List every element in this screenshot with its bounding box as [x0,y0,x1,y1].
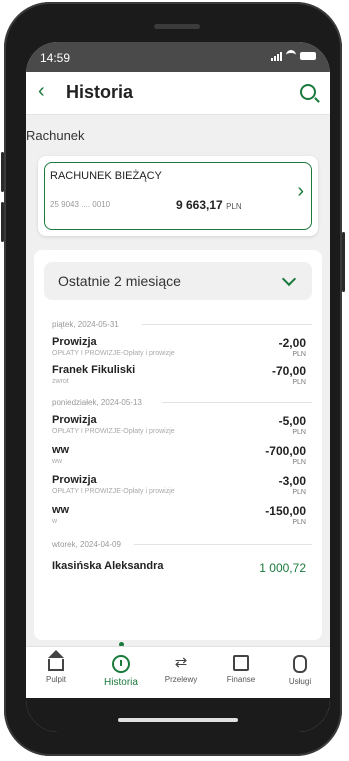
services-icon [293,655,307,673]
home-icon [48,650,64,671]
transaction-amount: -70,00 [271,364,306,378]
signal-icon [271,51,282,61]
day-header: poniedziałek, 2024-05-13 [52,398,142,407]
page-title: Historia [66,82,134,102]
tab-pulpit[interactable]: Pulpit [26,650,86,684]
transaction-subtitle: OPŁATY I PROWIZJE-Opłaty i prowizje [52,488,175,495]
bottom-tab-bar: Pulpit Historia ⇄ Przelewy Finanse Usług… [26,646,330,699]
balance-value: 9 663,17 [176,198,223,212]
transaction-title: Franek Fikuliski [52,364,136,376]
top-app-bar: ‹ Historia [26,72,330,115]
transaction-title: ww [52,504,70,516]
account-card[interactable]: RACHUNEK BIEŻĄCY 25 9043 .... 0010 9 663… [38,156,318,236]
transaction-currency: PLN [292,379,306,386]
transaction-amount: 1 000,72 [259,561,306,575]
transaction-currency: PLN [292,489,306,496]
transaction-subtitle: zwrot [52,378,69,385]
status-icons [271,50,316,61]
volume-button [1,152,4,192]
day-header: piątek, 2024-05-31 [52,320,119,329]
status-time: 14:59 [40,51,71,65]
transaction-title: Ikasińska Aleksandra [52,560,164,572]
account-name: RACHUNEK BIEŻĄCY [50,170,162,182]
divider [142,324,312,325]
balance-currency: PLN [226,202,242,211]
transaction-subtitle: OPŁATY I PROWIZJE-Opłaty i prowizje [52,350,175,357]
tab-historia[interactable]: Historia [91,653,151,688]
wifi-icon [286,50,296,61]
transaction-amount: -2,00 [278,336,306,350]
tab-finanse[interactable]: Finanse [211,653,271,684]
history-panel: Ostatnie 2 miesiące piątek, 2024-05-31 P… [34,250,322,640]
transaction-subtitle: OPŁATY I PROWIZJE-Opłaty i prowizje [52,428,175,435]
status-bar: 14:59 [26,42,330,72]
transaction-amount: -3,00 [278,474,306,488]
tab-przelewy[interactable]: ⇄ Przelewy [151,653,211,685]
transaction-currency: PLN [292,459,306,466]
transaction-amount: -700,00 [265,444,306,458]
transaction-amount: -5,00 [278,414,306,428]
tab-label: Usługi [288,677,312,686]
transaction-currency: PLN [292,429,306,436]
transaction-subtitle: w [52,518,58,525]
back-icon[interactable]: ‹ [38,80,45,103]
phone-frame: 14:59 ‹ Historia Rachunek RACHUNEK BIEŻĄ… [1,2,345,756]
tab-label: Historia [104,677,138,688]
tab-label: Pulpit [45,675,66,684]
account-number: 25 9043 .... 0010 [50,200,111,209]
divider [134,544,312,545]
finance-icon [233,655,249,671]
transaction-title: Prowizja [52,336,97,348]
period-filter[interactable]: Ostatnie 2 miesiące [44,262,312,300]
volume-button-2 [1,202,4,242]
battery-icon [300,51,316,60]
transaction-currency: PLN [292,519,306,526]
day-header: wtorek, 2024-04-09 [52,540,121,549]
transaction-title: ww [52,444,70,456]
divider [162,402,312,403]
chevron-right-icon[interactable]: › [297,180,304,203]
transaction-currency: PLN [292,351,306,358]
transfer-icon: ⇄ [174,654,188,671]
chevron-down-icon[interactable] [281,271,297,287]
transaction-title: Prowizja [52,414,97,426]
transaction-subtitle: ww [52,458,63,465]
app-screen: 14:59 ‹ Historia Rachunek RACHUNEK BIEŻĄ… [26,42,330,732]
history-icon [112,655,130,673]
tab-label: Przelewy [164,675,198,684]
tab-uslugi[interactable]: Usługi [270,653,330,686]
transaction-title: Prowizja [52,474,97,486]
transaction-amount: -150,00 [265,504,306,518]
tab-label: Finanse [226,675,256,684]
search-icon[interactable] [300,84,316,100]
account-balance: 9 663,17 PLN [176,198,242,212]
home-indicator[interactable] [118,718,238,722]
filter-label: Ostatnie 2 miesiące [58,273,181,289]
section-label: Rachunek [26,128,85,143]
gesture-area [26,698,330,732]
power-button [342,232,345,292]
speaker-grille [154,24,200,29]
